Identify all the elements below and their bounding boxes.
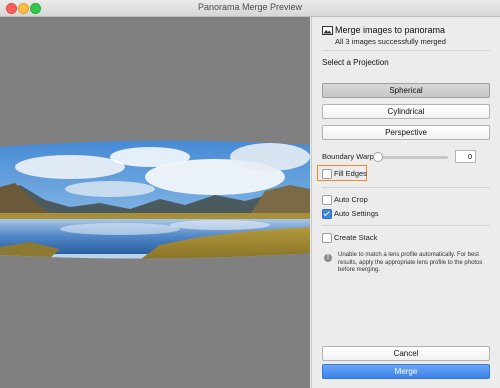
auto-settings-label: Auto Settings [334,209,379,218]
auto-crop-checkbox[interactable] [322,195,332,205]
panorama-preview-area [0,17,310,388]
auto-crop-label: Auto Crop [334,195,368,204]
merge-status: All 3 images successfully merged [335,37,446,46]
merge-button[interactable]: Merge [322,364,490,379]
window-title: Panorama Merge Preview [197,2,303,12]
panorama-preview-image [0,140,310,259]
fill-edges-label: Fill Edges [334,169,367,178]
panorama-icon [322,26,333,35]
boundary-warp-value-field[interactable]: 0 [455,150,476,163]
divider [322,50,490,51]
divider [322,187,490,188]
create-stack-checkbox[interactable] [322,233,332,243]
divider [322,225,490,226]
cancel-button[interactable]: Cancel [322,346,490,361]
merge-title: Merge images to panorama [335,25,446,35]
spherical-button[interactable]: Spherical [322,83,490,98]
lens-profile-warning: Unable to match a lens profile automatic… [338,252,483,273]
info-icon: ! [324,254,332,262]
fill-edges-checkbox[interactable] [322,169,332,179]
boundary-warp-label: Boundary Warp: [322,152,376,161]
boundary-warp-slider-knob[interactable] [373,152,383,162]
projection-label: Select a Projection [322,58,389,67]
title-bar: Panorama Merge Preview [0,0,500,17]
boundary-warp-slider-track[interactable] [378,156,448,159]
perspective-button[interactable]: Perspective [322,125,490,140]
auto-settings-checkbox[interactable] [322,209,332,219]
create-stack-label: Create Stack [334,233,378,242]
panorama-merge-window: Panorama Merge Preview Merge images to p… [0,0,500,388]
cylindrical-button[interactable]: Cylindrical [322,104,490,119]
